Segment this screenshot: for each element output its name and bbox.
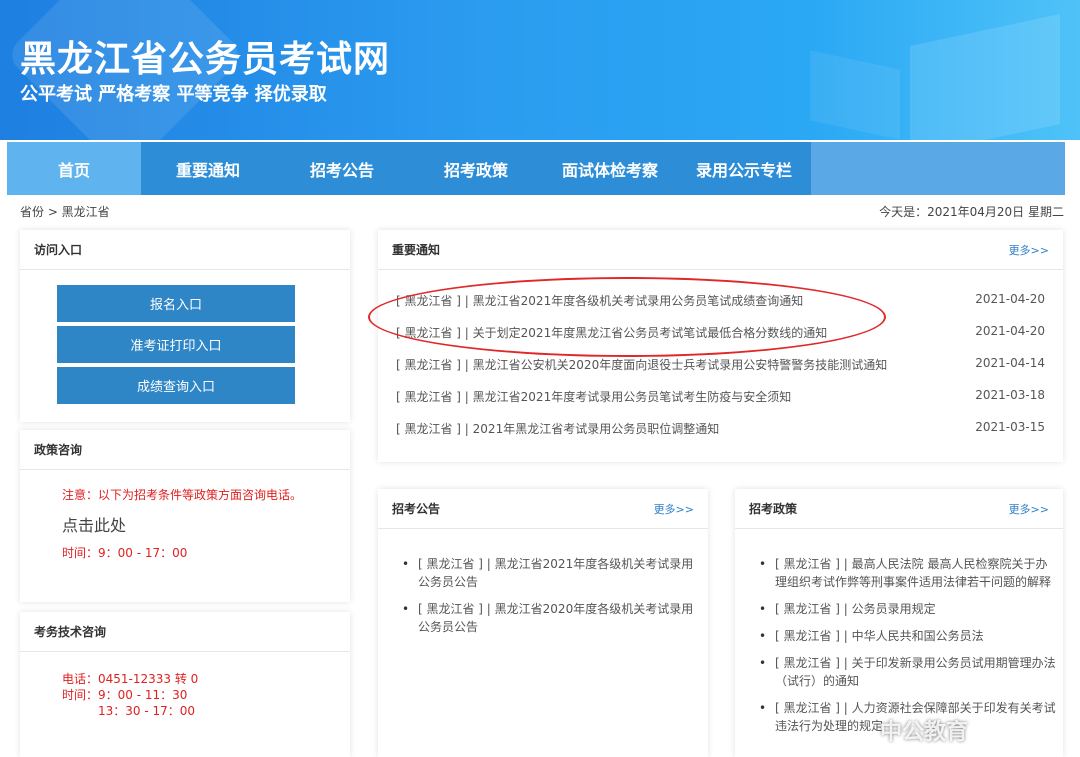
current-date: 今天是：2021年04月20日 星期二 (879, 205, 1064, 219)
nav-recruit-policy[interactable]: 招考政策 (409, 142, 543, 195)
list-item[interactable]: [ 黑龙江省 ] | 最高人民法院 最高人民检察院关于办理组织考试作弊等刑事案件… (757, 555, 1057, 591)
breadcrumb: 省份 > 黑龙江省 (20, 205, 110, 219)
list-item[interactable]: [ 黑龙江省 ] | 黑龙江省2021年度各级机关考试录用公务员公告 (400, 555, 700, 591)
watermark-text: 中公教育 (880, 720, 969, 745)
notice-date: 2021-04-14 (975, 356, 1045, 370)
site-title: 黑龙江省公务员考试网 (20, 39, 391, 80)
notice-title[interactable]: [ 黑龙江省 ] | 2021年黑龙江省考试录用公务员职位调整通知 (396, 420, 719, 440)
notice-title[interactable]: [ 黑龙江省 ] | 黑龙江省公安机关2020年度面向退役士兵考试录用公安特警警… (396, 356, 887, 376)
panel-header: 重要通知 更多>> (378, 230, 1063, 270)
panel-header: 政策咨询 (20, 430, 350, 470)
panel-title: 政策咨询 (34, 443, 83, 457)
list-item[interactable]: [ 黑龙江省 ] | 公务员录用规定 (757, 600, 1057, 618)
nav-interview-exam[interactable]: 面试体检考察 (543, 142, 677, 195)
important-notice-panel: 重要通知 更多>> [ 黑龙江省 ] | 黑龙江省2021年度各级机关考试录用公… (378, 230, 1063, 462)
more-link[interactable]: 更多>> (654, 501, 694, 517)
panel-header: 招考公告 更多>> (378, 489, 708, 529)
panel-header: 招考政策 更多>> (735, 489, 1063, 529)
nav-recruit-announcement[interactable]: 招考公告 (275, 142, 409, 195)
consult-hours: 时间：9：00 - 17：00 (62, 546, 188, 560)
access-panel: 访问入口 报名入口 准考证打印入口 成绩查询入口 (20, 230, 350, 422)
panel-title: 考务技术咨询 (34, 625, 107, 639)
notice-title[interactable]: [ 黑龙江省 ] | 黑龙江省2021年度考试录用公务员笔试考生防疫与安全须知 (396, 388, 791, 408)
list-item[interactable]: [ 黑龙江省 ] | 关于印发新录用公务员试用期管理办法（试行）的通知 (757, 654, 1057, 690)
register-button[interactable]: 报名入口 (57, 285, 295, 322)
score-query-button[interactable]: 成绩查询入口 (57, 367, 295, 404)
consult-notice: 注意：以下为招考条件等政策方面咨询电话。 (62, 488, 303, 502)
header-banner: 黑龙江省公务员考试网 公平考试 严格考察 平等竞争 择优录取 (0, 0, 1080, 140)
tech-phone: 电话：0451-12333 转 0 (62, 672, 199, 686)
notice-row[interactable]: [ 黑龙江省 ] | 黑龙江省2021年度考试录用公务员笔试考生防疫与安全须知 … (396, 388, 1045, 408)
banner-decoration (910, 14, 1060, 140)
notice-date: 2021-03-15 (975, 420, 1045, 434)
notice-date: 2021-04-20 (975, 324, 1045, 338)
admission-ticket-button[interactable]: 准考证打印入口 (57, 326, 295, 363)
panel-title: 访问入口 (34, 243, 83, 257)
panel-header: 考务技术咨询 (20, 612, 350, 652)
list-item[interactable]: [ 黑龙江省 ] | 黑龙江省2020年度各级机关考试录用公务员公告 (400, 600, 700, 636)
recruit-list: [ 黑龙江省 ] | 黑龙江省2021年度各级机关考试录用公务员公告 [ 黑龙江… (400, 555, 700, 645)
more-link[interactable]: 更多>> (1009, 501, 1049, 517)
notice-row[interactable]: [ 黑龙江省 ] | 关于划定2021年度黑龙江省公务员考试笔试最低合格分数线的… (396, 324, 1045, 344)
more-link[interactable]: 更多>> (1009, 242, 1049, 258)
click-here-link[interactable]: 点击此处 (62, 512, 126, 536)
notice-row[interactable]: [ 黑龙江省 ] | 黑龙江省公安机关2020年度面向退役士兵考试录用公安特警警… (396, 356, 1045, 376)
tech-hours-2: 13：30 - 17：00 (98, 704, 196, 718)
panel-title: 招考公告 (392, 502, 441, 516)
banner-decoration (810, 50, 900, 140)
tech-hours-1: 时间：9：00 - 11：30 (62, 688, 188, 702)
site-slogan: 公平考试 严格考察 平等竞争 择优录取 (20, 84, 327, 105)
notice-title[interactable]: [ 黑龙江省 ] | 黑龙江省2021年度各级机关考试录用公务员笔试成绩查询通知 (396, 292, 803, 312)
policy-consult-panel: 政策咨询 注意：以下为招考条件等政策方面咨询电话。 点击此处 时间：9：00 -… (20, 430, 350, 602)
nav-important-notice[interactable]: 重要通知 (141, 142, 275, 195)
notice-date: 2021-03-18 (975, 388, 1045, 402)
nav-home[interactable]: 首页 (7, 142, 141, 195)
nav-filler (811, 142, 1065, 195)
main-nav: 首页 重要通知 招考公告 招考政策 面试体检考察 录用公示专栏 (7, 142, 1065, 195)
notice-row[interactable]: [ 黑龙江省 ] | 2021年黑龙江省考试录用公务员职位调整通知 2021-0… (396, 420, 1045, 440)
panel-title: 重要通知 (392, 243, 441, 257)
recruit-panel: 招考公告 更多>> [ 黑龙江省 ] | 黑龙江省2021年度各级机关考试录用公… (378, 489, 708, 757)
notice-title[interactable]: [ 黑龙江省 ] | 关于划定2021年度黑龙江省公务员考试笔试最低合格分数线的… (396, 324, 827, 344)
nav-hiring-publicity[interactable]: 录用公示专栏 (677, 142, 811, 195)
notice-row[interactable]: [ 黑龙江省 ] | 黑龙江省2021年度各级机关考试录用公务员笔试成绩查询通知… (396, 292, 1045, 312)
panel-header: 访问入口 (20, 230, 350, 270)
notice-date: 2021-04-20 (975, 292, 1045, 306)
tech-consult-panel: 考务技术咨询 电话：0451-12333 转 0 时间：9：00 - 11：30… (20, 612, 350, 757)
panel-title: 招考政策 (749, 502, 798, 516)
list-item[interactable]: [ 黑龙江省 ] | 中华人民共和国公务员法 (757, 627, 1057, 645)
